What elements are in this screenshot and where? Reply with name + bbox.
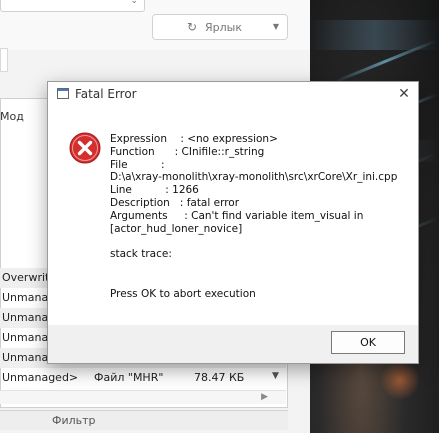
window-icon <box>57 88 69 99</box>
filter-label: Фильтр <box>52 414 96 427</box>
message-line: Description : fatal error <box>110 196 240 209</box>
background-toolbar: ⌄ ↻ Ярлык ▼ <box>0 0 310 50</box>
message-line: D:\a\xray-monolith\xray-monolith\src\xrC… <box>110 171 398 184</box>
fatal-error-dialog: Fatal Error ✕ Expression : <no expressio… <box>47 81 419 364</box>
background-tab-stub <box>0 48 8 72</box>
row-name: Unmana <box>2 331 49 344</box>
list-row[interactable]: Unmanaged> Файл "MHR" 78.47 КБ ▼ <box>0 368 286 388</box>
horizontal-scrollbar[interactable]: ▶ <box>0 390 286 404</box>
message-line: Arguments : Can't find variable item_vis… <box>110 209 364 222</box>
shortcut-button-label: Ярлык <box>205 21 242 34</box>
shortcut-icon: ↻ <box>187 20 198 34</box>
scroll-down-icon[interactable]: ▼ <box>272 371 279 381</box>
scroll-right-icon[interactable]: ▶ <box>261 392 268 402</box>
dialog-titlebar[interactable]: Fatal Error ✕ <box>48 82 418 106</box>
message-line: Line : 1266 <box>110 184 199 197</box>
row-size: 78.47 КБ <box>194 371 245 384</box>
dialog-footer: OK <box>48 325 418 363</box>
row-name: Unmana <box>2 311 49 324</box>
message-line: File : <box>110 158 165 171</box>
stack-trace-label: stack trace: <box>110 248 172 261</box>
abort-instruction: Press OK to abort execution <box>110 288 256 301</box>
close-button[interactable]: ✕ <box>394 84 414 104</box>
filter-bar[interactable]: Фильтр <box>0 410 288 430</box>
column-header-label: Мод <box>0 110 24 123</box>
error-message: Expression : <no expression> Function : … <box>110 133 410 301</box>
dropdown-arrow-icon: ▼ <box>272 22 279 31</box>
message-line: Function : CInifile::r_string <box>110 145 265 158</box>
row-file: Файл "MHR" <box>94 371 164 384</box>
ok-button[interactable]: OK <box>331 331 405 354</box>
chevron-down-icon: ⌄ <box>130 0 138 6</box>
row-name: Unmana <box>2 351 49 364</box>
message-line: Expression : <no expression> <box>110 133 278 145</box>
row-name: Unmanaged> <box>2 371 79 384</box>
background-combo[interactable]: ⌄ <box>0 0 145 12</box>
error-icon <box>69 132 101 164</box>
message-line: [actor_hud_loner_novice] <box>110 222 243 235</box>
row-name: Unmana <box>2 291 49 304</box>
dialog-title: Fatal Error <box>75 87 137 101</box>
shortcut-button[interactable]: ↻ Ярлык ▼ <box>152 14 288 40</box>
